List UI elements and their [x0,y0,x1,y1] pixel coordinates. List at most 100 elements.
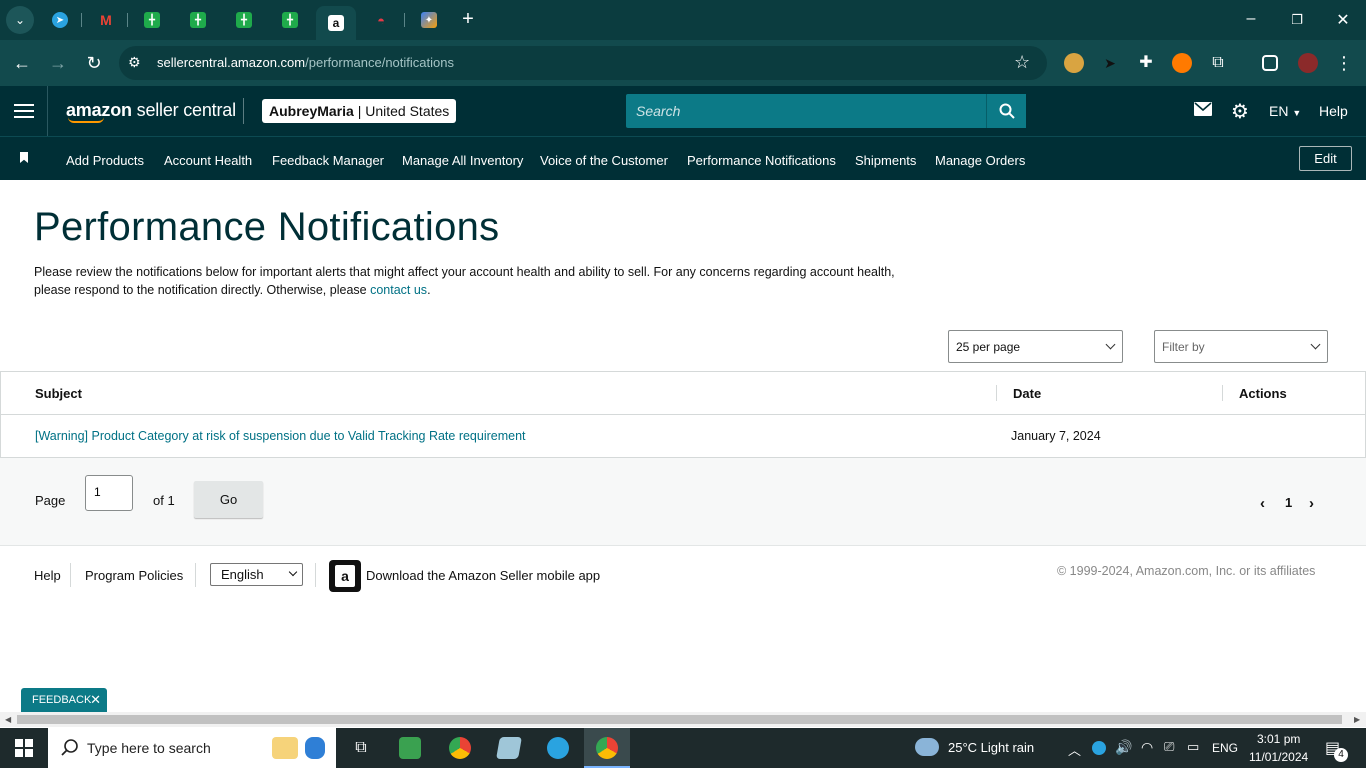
new-tab-button[interactable]: + [457,8,479,30]
telegram-icon[interactable] [547,737,569,759]
notification-date: January 7, 2024 [1011,429,1101,443]
chevron-down-icon [1310,339,1321,350]
app-icon: ✦ [421,12,437,28]
search-highlight-icon [272,737,298,759]
account-switcher[interactable]: AubreyMaria | United States [262,99,457,123]
column-divider [996,385,997,401]
settings-gear-icon[interactable]: ⚙ [1231,99,1249,124]
reload-icon[interactable]: ↻ [82,51,106,75]
nav-performance-notifications[interactable]: Performance Notifications [687,153,836,168]
input-language-indicator[interactable]: ENG [1212,741,1238,755]
extension-icon[interactable] [1064,53,1084,73]
language-selector[interactable]: EN ▼ [1269,103,1301,119]
volume-icon[interactable]: 🔊 [1115,739,1132,756]
chrome-icon[interactable] [449,737,471,759]
nav-manage-all-inventory[interactable]: Manage All Inventory [402,153,523,168]
contact-us-link[interactable]: contact us [370,283,427,297]
tab-sheets-2[interactable]: ╋ [179,6,217,34]
amazon-seller-app-icon[interactable]: a [329,560,361,592]
feedback-label: FEEDBACK [32,694,92,706]
mail-icon[interactable] [1194,101,1212,121]
footer-divider [195,563,196,587]
clock-date[interactable]: 11/01/2024 [1249,750,1308,764]
meet-now-icon[interactable]: ⎚ [1164,739,1174,755]
footer-help-link[interactable]: Help [34,568,61,583]
tab-amazon-active[interactable]: a [316,6,356,40]
column-header-actions: Actions [1239,386,1287,401]
profile-avatar[interactable] [1298,53,1318,73]
tab-divider [127,13,128,27]
close-feedback-icon[interactable]: ✕ [90,688,101,712]
notification-subject-link[interactable]: [Warning] Product Category at risk of su… [35,429,526,443]
search-highlight-bottle-icon [305,737,325,759]
scrollbar-thumb[interactable] [17,715,1342,724]
nav-shipments[interactable]: Shipments [855,153,916,168]
extension-puzzle-blue-icon[interactable]: ✚ [1136,53,1156,73]
battery-icon[interactable]: ▭ [1187,739,1199,755]
chevron-left-icon[interactable]: ‹ [1260,495,1265,512]
tab-search-button[interactable]: ⌄ [6,6,34,34]
side-panel-icon[interactable] [1262,55,1278,71]
chrome-profile-icon[interactable] [596,737,618,759]
nav-add-products[interactable]: Add Products [66,153,144,168]
scroll-left-icon[interactable]: ◀ [5,715,11,724]
page-total-label: of 1 [153,493,175,508]
sheets-icon: ╋ [236,12,252,28]
go-button[interactable]: Go [194,481,263,518]
language-code: EN [1269,103,1289,119]
footer-language-select[interactable]: English [210,563,303,586]
windows-start-icon[interactable] [15,739,33,762]
page-number-input[interactable]: 1 [85,475,133,511]
restore-icon[interactable]: ❐ [1285,12,1309,28]
extensions-puzzle-icon[interactable]: ⧉ [1208,53,1228,73]
nav-manage-orders[interactable]: Manage Orders [935,153,1025,168]
bookmark-star-icon[interactable]: ☆ [1014,52,1030,73]
per-page-select[interactable]: 25 per page [948,330,1123,363]
tab-gmail[interactable]: M [87,6,125,34]
nav-voice-of-customer[interactable]: Voice of the Customer [540,153,668,168]
task-view-icon[interactable]: ⧉ [350,737,372,759]
taskbar-app-sheets-icon[interactable] [399,737,421,759]
tab-telegram[interactable]: ➤ [41,6,79,34]
browser-menu-icon[interactable]: ⋮ [1332,51,1356,75]
filter-by-select[interactable]: Filter by [1154,330,1328,363]
close-icon[interactable]: ✕ [1331,10,1355,30]
show-hidden-icons-icon[interactable]: ︿ [1068,740,1081,759]
site-info-icon[interactable]: ⚙ [128,54,141,71]
help-link[interactable]: Help [1319,103,1348,119]
edit-nav-button[interactable]: Edit [1299,146,1352,171]
tab-divider [81,13,82,27]
url-host: sellercentral.amazon.com [157,55,306,70]
nav-feedback-manager[interactable]: Feedback Manager [272,153,384,168]
copyright-text: © 1999-2024, Amazon.com, Inc. or its aff… [1057,564,1316,578]
taskbar-notes-icon[interactable] [496,737,522,759]
extension-arrow-icon[interactable]: ➤ [1100,53,1120,73]
back-icon[interactable]: ← [10,51,34,75]
current-page-number[interactable]: 1 [1285,495,1292,510]
wifi-icon[interactable]: ◠ [1141,739,1153,756]
weather-cloud-icon[interactable] [915,738,939,756]
search-button[interactable] [986,94,1026,128]
telegram-tray-icon[interactable] [1092,741,1106,755]
footer-divider [70,563,71,587]
extension-orange-icon[interactable] [1172,53,1192,73]
nav-account-health[interactable]: Account Health [164,153,252,168]
tab-app[interactable]: ✦ [410,6,448,34]
tab-speedometer[interactable]: ◓ [362,6,400,34]
horizontal-scrollbar[interactable]: ◀ ▶ [0,712,1366,727]
search-input[interactable]: Search [626,94,986,128]
clock-time[interactable]: 3:01 pm [1257,732,1300,746]
tab-sheets-1[interactable]: ╋ [133,6,171,34]
tab-sheets-3[interactable]: ╋ [225,6,263,34]
feedback-button[interactable]: FEEDBACK ✕ [21,688,107,712]
hamburger-menu-icon[interactable] [14,104,34,122]
minimize-icon[interactable]: – [1239,10,1263,28]
forward-icon[interactable]: → [46,51,70,75]
footer-program-policies-link[interactable]: Program Policies [85,568,183,583]
weather-text[interactable]: 25°C Light rain [948,740,1034,755]
url-text[interactable]: sellercentral.amazon.com/performance/not… [157,55,454,70]
scroll-right-icon[interactable]: ▶ [1354,715,1360,724]
tab-sheets-4[interactable]: ╋ [271,6,309,34]
download-app-link[interactable]: Download the Amazon Seller mobile app [366,568,600,583]
chevron-right-icon[interactable]: › [1309,495,1314,512]
